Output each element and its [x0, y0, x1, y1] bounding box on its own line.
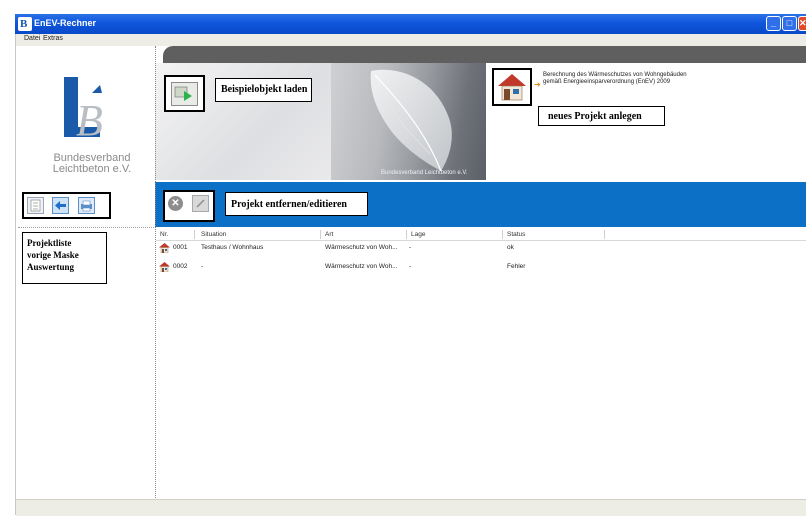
photo-credit: Bundesverband Leichtbeton e.V.: [381, 170, 468, 176]
cell-lage: -: [409, 244, 412, 251]
legend-project-list: Projektliste: [27, 238, 72, 248]
remove-project-button[interactable]: ✕: [168, 196, 183, 211]
minimize-button[interactable]: _: [766, 16, 781, 31]
column-separator: [604, 230, 605, 239]
edit-project-button[interactable]: [192, 195, 209, 212]
project-description: Berechnung des Wärmeschutzes von Wohngeb…: [543, 72, 687, 85]
column-separator: [320, 230, 321, 239]
cell-situation: -: [201, 263, 204, 270]
legend-evaluation: Auswertung: [27, 262, 75, 272]
cell-nr: 0002: [173, 263, 188, 270]
status-bar: [16, 499, 806, 516]
arrow-icon: ➜: [534, 80, 541, 89]
column-header-situation[interactable]: Situation: [201, 231, 226, 238]
nav-legend: Projektliste vorige Maske Auswertung: [22, 232, 107, 284]
legend-previous-mask: vorige Maske: [27, 250, 79, 260]
banner-top-strip: [163, 46, 806, 63]
sample-object-label-box: Beispielobjekt laden: [215, 78, 312, 102]
house-icon: [159, 243, 170, 253]
new-project-label-box: neues Projekt anlegen: [538, 106, 665, 126]
app-icon: B: [18, 17, 32, 31]
close-button[interactable]: ✕: [798, 16, 806, 31]
column-header-nr[interactable]: Nr.: [160, 231, 168, 238]
back-arrow-icon: [55, 201, 66, 210]
project-action-label: Projekt entfernen/editieren: [231, 199, 347, 210]
column-header-status[interactable]: Status: [507, 231, 525, 238]
print-icon: [81, 200, 92, 212]
sample-object-icon: [171, 82, 198, 106]
logo-mark: B: [64, 77, 103, 145]
new-project-house-icon: [498, 74, 526, 101]
new-project-button[interactable]: [492, 68, 532, 106]
column-header-art[interactable]: Art: [325, 231, 333, 238]
new-project-label: neues Projekt anlegen: [548, 111, 642, 122]
house-icon: [159, 262, 170, 272]
cell-status: ok: [507, 244, 514, 251]
sample-object-button[interactable]: [164, 75, 205, 112]
cell-status: Fehler: [507, 263, 526, 270]
project-action-label-box: Projekt entfernen/editieren: [225, 192, 368, 216]
table-row[interactable]: [156, 262, 806, 273]
edit-icon: [196, 199, 205, 208]
project-list-icon: [30, 199, 41, 212]
report-button[interactable]: [78, 197, 95, 214]
left-separator-2: [18, 227, 154, 228]
menu-bar: [16, 34, 806, 46]
back-button[interactable]: [52, 197, 69, 214]
window-title: EnEV-Rechner: [34, 18, 97, 28]
column-separator: [194, 230, 195, 239]
table-header: [156, 229, 806, 241]
menu-extras[interactable]: Extras: [43, 35, 63, 42]
project-list-button[interactable]: [27, 197, 44, 214]
cell-art: Wärmeschutz von Woh...: [325, 263, 398, 270]
svg-text:B: B: [76, 96, 103, 145]
logo-text-line2: Leichtbeton e.V.: [52, 163, 132, 175]
cell-situation: Testhaus / Wohnhaus: [201, 244, 264, 251]
remove-icon: ✕: [171, 198, 180, 209]
cell-nr: 0001: [173, 244, 188, 251]
column-separator: [502, 230, 503, 239]
column-separator: [406, 230, 407, 239]
banner-feather-photo: [331, 63, 486, 180]
maximize-button[interactable]: □: [782, 16, 797, 31]
app-icon-letter: B: [20, 18, 28, 30]
menu-datei[interactable]: Datei: [24, 35, 40, 42]
feather-image: [370, 69, 452, 172]
column-header-lage[interactable]: Lage: [411, 231, 425, 238]
title-bar[interactable]: [15, 14, 806, 34]
cell-art: Wärmeschutz von Woh...: [325, 244, 398, 251]
cell-lage: -: [409, 263, 412, 270]
sample-object-label: Beispielobjekt laden: [221, 84, 308, 95]
